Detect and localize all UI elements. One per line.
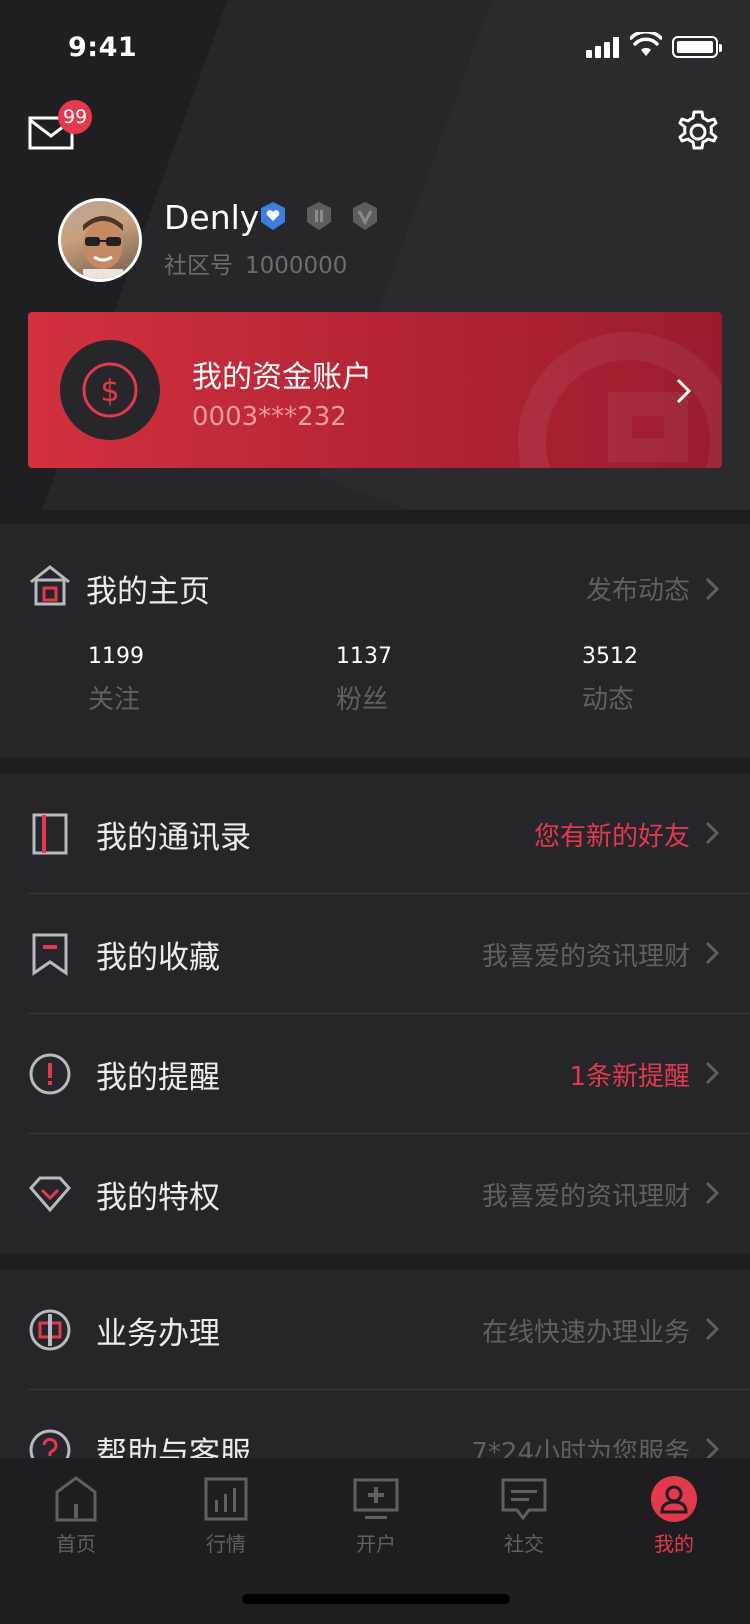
fund-card-title: 我的资金账户 [192, 360, 372, 395]
menu-item-privileges[interactable]: 我的特权 我喜爱的资讯理财 [0, 1134, 750, 1254]
bookmark-icon [32, 933, 68, 976]
menu-item-business[interactable]: 业务办理 在线快速办理业务 [0, 1270, 750, 1390]
stat-followers-value: 1137 [336, 644, 392, 669]
tab-open-account[interactable]: 开户 [326, 1474, 426, 1557]
home-indicator[interactable] [242, 1594, 510, 1604]
tab-market[interactable]: 行情 [176, 1474, 276, 1557]
my-homepage-row[interactable]: 我的主页 发布动态 [0, 524, 750, 650]
open-account-tab-icon [353, 1478, 399, 1519]
stat-following[interactable]: 1199 关注 [88, 644, 144, 716]
bank-icon [29, 1309, 71, 1351]
chevron-right-icon [676, 378, 692, 404]
fund-account-card[interactable]: $ 我的资金账户 0003***232 [28, 312, 722, 468]
profile-stats: 1199 关注 1137 粉丝 3512 动态 [0, 644, 750, 744]
cellular-signal-icon [586, 36, 622, 58]
username: Denly [164, 198, 260, 237]
tab-label: 首页 [56, 1532, 96, 1556]
menu-item-detail: 我喜爱的资讯理财 [481, 942, 690, 972]
menu-item-title: 业务办理 [96, 1316, 220, 1352]
social-tab-icon [501, 1478, 547, 1521]
home-tab-icon [55, 1476, 97, 1522]
chevron-right-icon [705, 577, 720, 601]
stat-followers[interactable]: 1137 粉丝 [336, 644, 392, 716]
community-id-label: 社区号 [164, 253, 233, 279]
settings-gear-icon[interactable] [674, 108, 722, 156]
chevron-right-icon [705, 1181, 720, 1205]
tab-profile[interactable]: 我的 [624, 1474, 724, 1557]
stat-following-value: 1199 [88, 644, 144, 669]
post-update-link[interactable]: 发布动态 [586, 570, 690, 607]
contacts-icon [32, 813, 68, 855]
alert-icon [29, 1053, 71, 1095]
menu-item-reminders[interactable]: 我的提醒 1条新提醒 [0, 1014, 750, 1134]
stat-posts-value: 3512 [582, 644, 638, 669]
dollar-icon: $ [60, 340, 160, 440]
fund-card-account: 0003***232 [192, 402, 347, 432]
svg-text:$: $ [100, 374, 119, 409]
tab-label: 我的 [654, 1532, 694, 1556]
avatar[interactable] [58, 198, 142, 282]
verified-shield-icon [261, 202, 285, 230]
user-badges [258, 200, 380, 232]
chevron-right-icon [705, 1061, 720, 1085]
menu-item-detail: 在线快速办理业务 [481, 1318, 690, 1348]
menu-item-detail: 1条新提醒 [569, 1062, 690, 1092]
wifi-icon [630, 32, 662, 56]
house-icon [30, 565, 70, 606]
tab-label: 开户 [356, 1532, 396, 1556]
tab-social[interactable]: 社交 [474, 1474, 574, 1557]
market-tab-icon [204, 1477, 248, 1521]
service-section: 业务办理 在线快速办理业务 帮助与客服 7*24小时为您服务 [0, 1270, 750, 1472]
menu-item-title: 我的特权 [96, 1180, 220, 1216]
tab-home[interactable]: 首页 [26, 1474, 126, 1557]
chevron-right-icon [705, 941, 720, 965]
my-homepage-title: 我的主页 [86, 574, 210, 610]
mail-badge: 99 [58, 100, 93, 134]
my-homepage-section: 我的主页 发布动态 1199 关注 1137 粉丝 3512 动态 [0, 524, 750, 758]
stat-following-label: 关注 [88, 685, 141, 715]
diamond-icon [29, 1176, 71, 1213]
battery-icon [672, 36, 722, 58]
profile-tab-icon [651, 1476, 697, 1522]
tab-label: 行情 [206, 1532, 246, 1556]
status-bar: 9:41 [0, 0, 750, 96]
menu-item-detail: 您有新的好友 [533, 822, 690, 852]
stat-followers-label: 粉丝 [336, 685, 389, 715]
status-time: 9:41 [68, 32, 138, 63]
menu-item-title: 我的通讯录 [96, 820, 251, 856]
chevron-right-icon [705, 1317, 720, 1341]
stat-posts[interactable]: 3512 动态 [582, 644, 638, 716]
menu-item-detail: 我喜爱的资讯理财 [481, 1182, 690, 1212]
stat-posts-label: 动态 [582, 685, 635, 715]
chevron-right-icon [705, 821, 720, 845]
community-id-value: 1000000 [245, 253, 348, 279]
menu-section: 我的通讯录 您有新的好友 我的收藏 我喜爱的资讯理财 我的提醒 1条新提醒 我的… [0, 774, 750, 1254]
level-badge-icon [307, 202, 331, 230]
community-id: 社区号 1000000 [164, 246, 347, 280]
tab-label: 社交 [504, 1532, 544, 1556]
menu-item-favorites[interactable]: 我的收藏 我喜爱的资讯理财 [0, 894, 750, 1014]
menu-item-contacts[interactable]: 我的通讯录 您有新的好友 [0, 774, 750, 894]
menu-item-title: 我的收藏 [96, 940, 220, 976]
menu-item-title: 我的提醒 [96, 1060, 220, 1096]
vip-badge-icon [353, 202, 377, 230]
